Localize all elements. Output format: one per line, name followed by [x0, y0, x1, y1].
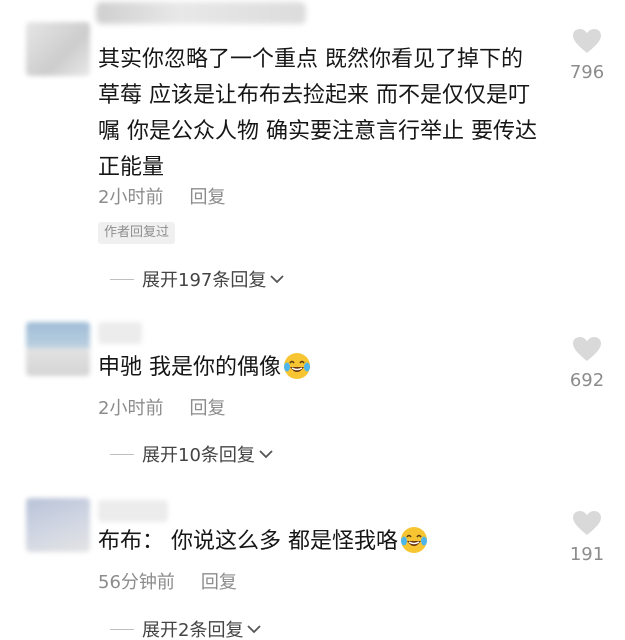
like-count: 191	[569, 544, 605, 565]
avatar[interactable]	[26, 498, 90, 552]
username[interactable]	[98, 500, 168, 522]
expand-replies-label: 展开2条回复	[142, 620, 244, 640]
crying-laughing-emoji	[401, 527, 427, 553]
chevron-down-icon	[247, 625, 262, 634]
comment-time: 56分钟前	[98, 572, 175, 593]
expand-replies-button[interactable]: 展开2条回复	[110, 616, 262, 640]
comment-item: 布布： 你说这么多 都是怪我咯 56分钟前 回复 展开2条回复 191	[0, 0, 625, 640]
comment-text-content: 布布： 你说这么多 都是怪我咯	[98, 529, 398, 554]
comment-meta: 56分钟前 回复	[98, 568, 237, 594]
reply-button[interactable]: 回复	[201, 572, 237, 593]
divider-line	[110, 628, 134, 630]
comment-text: 布布： 你说这么多 都是怪我咯	[98, 524, 538, 560]
heart-icon	[573, 511, 601, 535]
like-button[interactable]: 191	[562, 510, 612, 565]
